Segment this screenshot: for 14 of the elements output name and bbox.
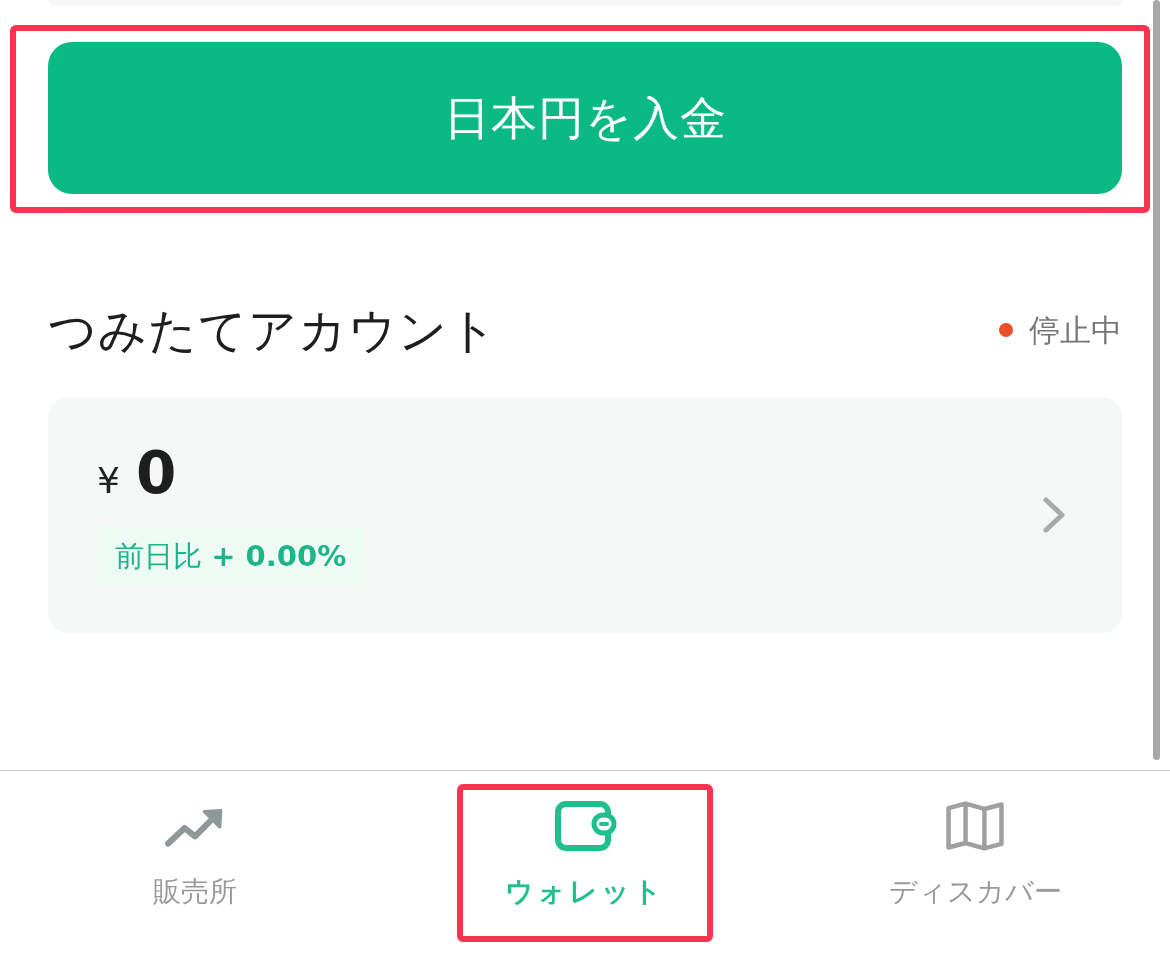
scrollbar-thumb[interactable]	[1153, 0, 1160, 760]
nav-tab[interactable]: ディスカバー	[884, 790, 1066, 910]
currency-symbol: ¥	[97, 463, 120, 499]
status-label: 停止中	[1029, 311, 1122, 350]
deposit-button[interactable]: 日本円を入金	[48, 42, 1122, 194]
account-card[interactable]: ¥ 0 前日比 + 0.00%	[48, 397, 1122, 633]
nav-tab[interactable]: 販売所	[149, 790, 241, 910]
nav-tab[interactable]: ウォレット	[501, 790, 669, 910]
wallet-icon	[553, 800, 617, 852]
daily-change-tag: 前日比 + 0.00%	[97, 526, 365, 586]
map-icon	[943, 800, 1007, 852]
chevron-right-icon	[1042, 496, 1066, 534]
section-title: つみたてアカウント	[48, 301, 498, 360]
balance-amount: 0	[135, 444, 177, 502]
